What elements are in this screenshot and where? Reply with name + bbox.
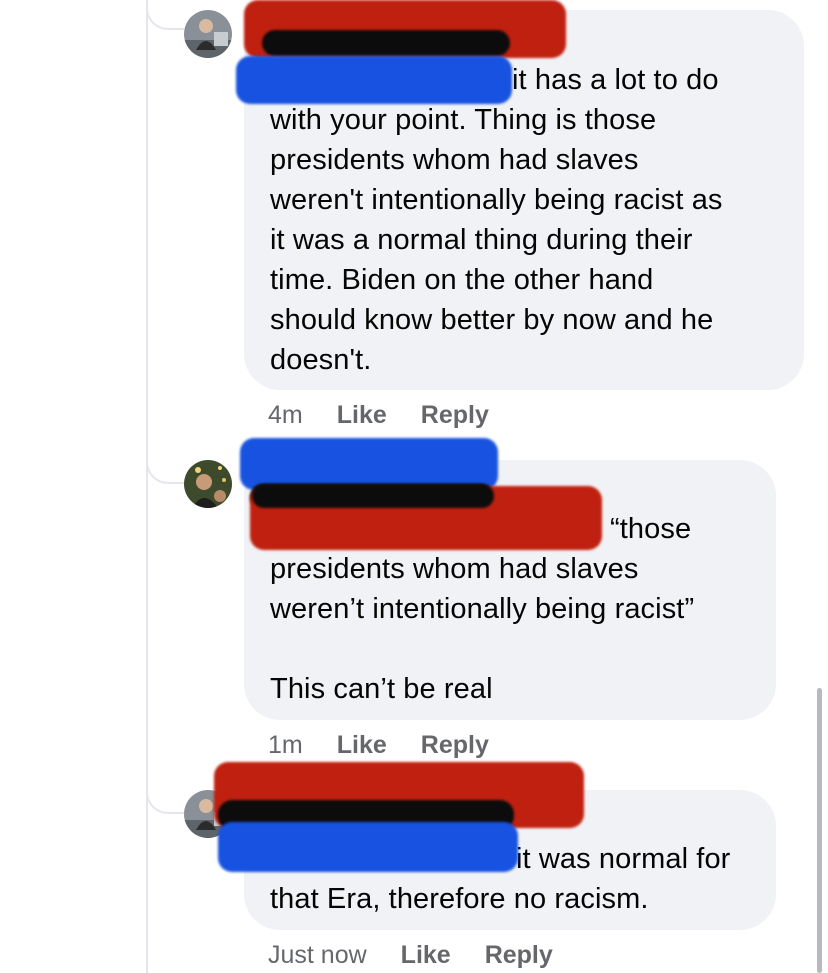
comment-meta: 4m Like Reply bbox=[268, 398, 523, 432]
avatar-photo-icon bbox=[184, 460, 232, 508]
thread-connector bbox=[146, 454, 184, 484]
redaction-mark bbox=[252, 484, 494, 508]
avatar-photo-icon bbox=[184, 10, 232, 58]
reply-button[interactable]: Reply bbox=[421, 401, 489, 430]
commenter-avatar[interactable] bbox=[184, 10, 232, 58]
comment-time: 4m bbox=[268, 400, 303, 429]
reply-button[interactable]: Reply bbox=[485, 941, 553, 970]
commenter-avatar[interactable] bbox=[184, 460, 232, 508]
comment-text: with your point. Thing is those presiden… bbox=[270, 104, 723, 376]
scrollbar[interactable] bbox=[817, 688, 822, 973]
redaction-mark bbox=[262, 30, 510, 56]
redaction-mark bbox=[218, 822, 518, 872]
like-button[interactable]: Like bbox=[337, 731, 387, 760]
comment-text: presidents whom had slaves weren’t inten… bbox=[270, 553, 695, 705]
comment-text: that Era, therefore no racism. bbox=[270, 883, 649, 915]
reply-button[interactable]: Reply bbox=[421, 731, 489, 760]
comment-meta: Just now Like Reply bbox=[268, 938, 587, 972]
redaction-mark bbox=[236, 56, 512, 104]
thread-line bbox=[146, 0, 148, 973]
comment-time: 1m bbox=[268, 730, 303, 759]
comment-time: Just now bbox=[268, 940, 367, 969]
redaction-mark bbox=[240, 438, 498, 490]
like-button[interactable]: Like bbox=[337, 401, 387, 430]
like-button[interactable]: Like bbox=[401, 941, 451, 970]
thread-connector bbox=[146, 0, 184, 30]
comment-meta: 1m Like Reply bbox=[268, 728, 523, 762]
thread-connector bbox=[146, 784, 184, 814]
